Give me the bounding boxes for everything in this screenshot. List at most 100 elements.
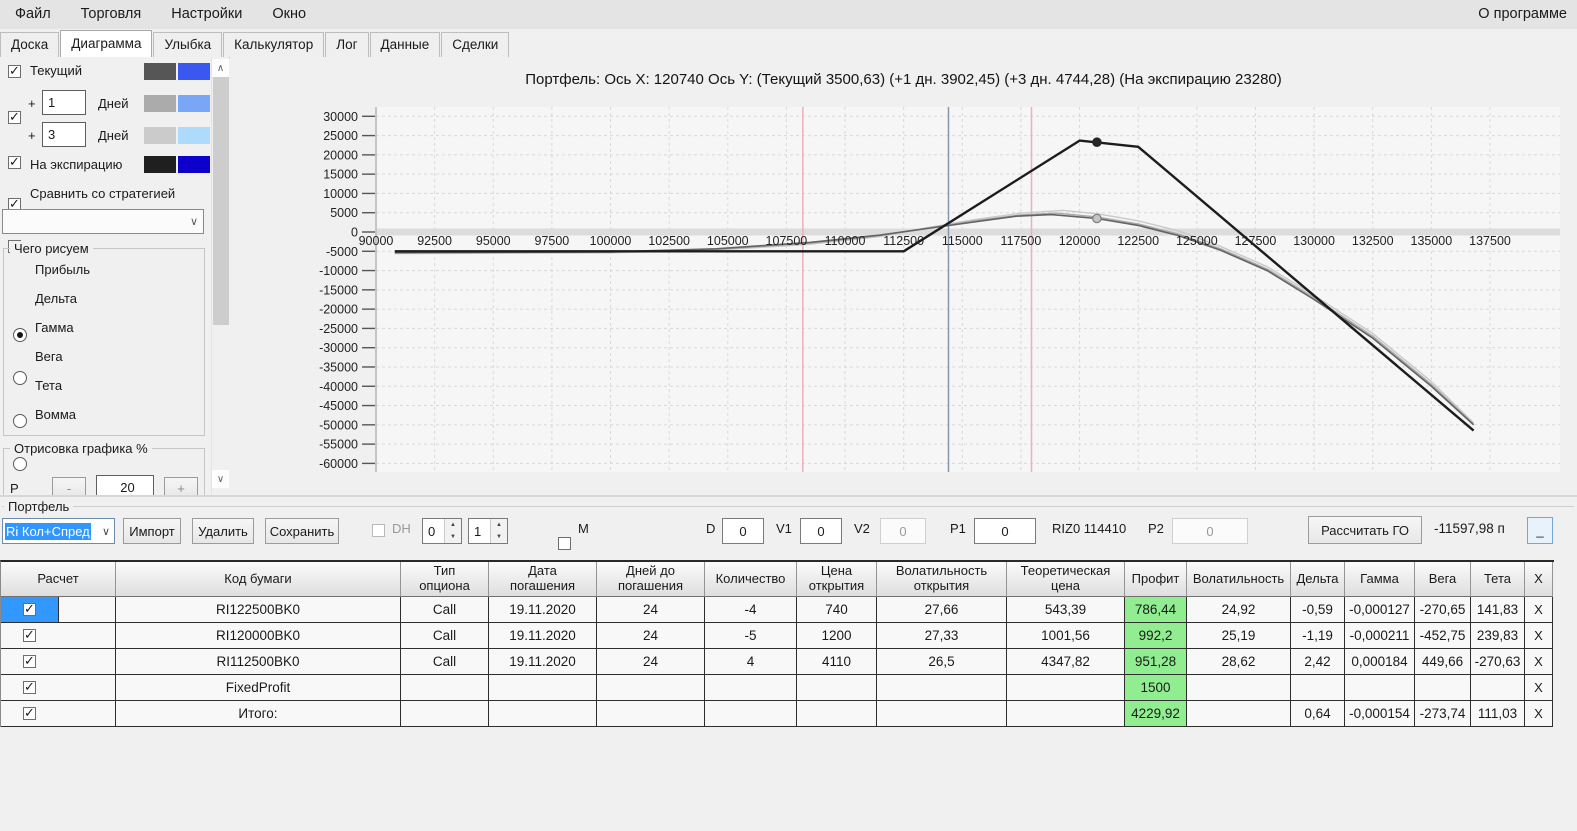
table-cell[interactable]	[1007, 701, 1125, 727]
portfolio-combobox[interactable]: Ri Кол+Спред ∨	[2, 518, 115, 544]
table-cell[interactable]: 19.11.2020	[489, 623, 597, 649]
table-cell[interactable]: -0,000211	[1345, 623, 1415, 649]
plus1-checkbox[interactable]	[8, 109, 21, 125]
table-cell[interactable]: -273,74	[1415, 701, 1471, 727]
table-cell[interactable]: 0,64	[1291, 701, 1345, 727]
expiration-color-swatch-2[interactable]	[178, 156, 210, 173]
table-cell[interactable]: 239,83	[1471, 623, 1525, 649]
column-header-11[interactable]: Дельта	[1291, 562, 1345, 597]
column-header-10[interactable]: Волатильность	[1187, 562, 1291, 597]
menu-window[interactable]: Окно	[257, 0, 321, 29]
table-cell[interactable]: RI112500BK0	[116, 649, 401, 675]
delete-row-button[interactable]: X	[1525, 649, 1553, 675]
table-cell[interactable]: 111,03	[1471, 701, 1525, 727]
row-calc-checkbox[interactable]	[23, 627, 36, 643]
table-cell[interactable]	[597, 701, 705, 727]
row-calc-cell[interactable]	[1, 623, 116, 649]
table-cell[interactable]: FixedProfit	[116, 675, 401, 701]
spinner-up-icon[interactable]: ▲	[491, 519, 507, 531]
calc-margin-button[interactable]: Рассчитать ГО	[1308, 516, 1422, 544]
table-cell[interactable]: -270,63	[1471, 649, 1525, 675]
table-cell[interactable]	[797, 675, 877, 701]
column-header-3[interactable]: Дата погашения	[489, 562, 597, 597]
table-cell[interactable]: 1001,56	[1007, 623, 1125, 649]
table-cell[interactable]	[1007, 675, 1125, 701]
tab-data[interactable]: Данные	[369, 32, 441, 57]
table-cell[interactable]: 951,28	[1125, 649, 1187, 675]
render-percent-input[interactable]: 20	[96, 475, 154, 495]
column-header-12[interactable]: Гамма	[1345, 562, 1415, 597]
table-cell[interactable]: 786,44	[1125, 597, 1187, 623]
dh-checkbox[interactable]	[372, 524, 385, 537]
table-cell[interactable]	[877, 701, 1007, 727]
table-cell[interactable]: 27,33	[877, 623, 1007, 649]
scroll-up-icon[interactable]: ∧	[212, 59, 229, 77]
menu-about[interactable]: О программе	[1474, 0, 1571, 29]
tab-smile[interactable]: Улыбка	[153, 32, 223, 57]
table-cell[interactable]	[1345, 675, 1415, 701]
table-cell[interactable]: 992,2	[1125, 623, 1187, 649]
table-cell[interactable]: 19.11.2020	[489, 597, 597, 623]
row-calc-checkbox[interactable]	[23, 601, 36, 617]
d-field[interactable]: 0	[722, 518, 764, 544]
scroll-down-icon[interactable]: ∨	[212, 470, 229, 488]
table-cell[interactable]: Call	[401, 649, 489, 675]
spinner-arrows[interactable]: ▲ ▼	[444, 519, 461, 543]
delete-row-button[interactable]: X	[1525, 597, 1553, 623]
v1-field[interactable]: 0	[800, 518, 842, 544]
column-header-0[interactable]: Расчет	[1, 562, 116, 597]
table-cell[interactable]: Итого:	[116, 701, 401, 727]
table-cell[interactable]: 24	[597, 623, 705, 649]
column-header-1[interactable]: Код бумаги	[116, 562, 401, 597]
table-cell[interactable]: 2,42	[1291, 649, 1345, 675]
radio-gamma[interactable]	[13, 414, 27, 428]
current-line-checkbox[interactable]	[8, 63, 21, 79]
plus3-checkbox[interactable]	[8, 154, 21, 170]
table-cell[interactable]: 26,5	[877, 649, 1007, 675]
column-header-7[interactable]: Волатильность открытия	[877, 562, 1007, 597]
table-cell[interactable]: 4110	[797, 649, 877, 675]
v2-field[interactable]: 0	[880, 518, 926, 544]
row-calc-cell[interactable]	[1, 649, 116, 675]
tab-log[interactable]: Лог	[325, 32, 369, 57]
row-calc-cell[interactable]	[1, 675, 116, 701]
delete-row-button[interactable]: X	[1525, 701, 1553, 727]
tab-diagram[interactable]: Диаграмма	[60, 30, 153, 58]
table-cell[interactable]: 4347,82	[1007, 649, 1125, 675]
table-cell[interactable]: 1200	[797, 623, 877, 649]
tab-calculator[interactable]: Калькулятор	[223, 32, 325, 57]
delete-button[interactable]: Удалить	[192, 518, 254, 544]
row-calc-checkbox[interactable]	[23, 679, 36, 695]
p2-field[interactable]: 0	[1172, 518, 1248, 544]
table-cell[interactable]	[401, 701, 489, 727]
table-cell[interactable]	[1415, 675, 1471, 701]
table-cell[interactable]: -4	[705, 597, 797, 623]
table-cell[interactable]: -270,65	[1415, 597, 1471, 623]
spinner-down-icon[interactable]: ▼	[445, 531, 461, 543]
current-color-swatch-1[interactable]	[144, 63, 176, 80]
delete-row-button[interactable]: X	[1525, 623, 1553, 649]
delete-row-button[interactable]: X	[1525, 675, 1553, 701]
column-header-14[interactable]: Тета	[1471, 562, 1525, 597]
row-calc-cell[interactable]	[1, 597, 116, 623]
chart-canvas[interactable]: 30000 25000 20000 15000 10000 5000 0 -5000 -1000…	[230, 57, 1577, 495]
table-cell[interactable]: -0,000127	[1345, 597, 1415, 623]
column-header-2[interactable]: Тип опциона	[401, 562, 489, 597]
table-cell[interactable]: 24,92	[1187, 597, 1291, 623]
dh-spinner-2[interactable]: 1 ▲ ▼	[468, 518, 508, 544]
spinner-arrows[interactable]: ▲ ▼	[490, 519, 507, 543]
table-cell[interactable]: -1,19	[1291, 623, 1345, 649]
plus1-days-input[interactable]: 1	[42, 90, 86, 115]
minimize-panel-button[interactable]: _	[1527, 517, 1553, 544]
plus3-color-swatch-1[interactable]	[144, 127, 176, 144]
menu-trading[interactable]: Торговля	[66, 0, 157, 29]
table-cell[interactable]: 27,66	[877, 597, 1007, 623]
table-cell[interactable]: RI122500BK0	[116, 597, 401, 623]
table-cell[interactable]: RI120000BK0	[116, 623, 401, 649]
table-cell[interactable]: 543,39	[1007, 597, 1125, 623]
column-header-6[interactable]: Цена открытия	[797, 562, 877, 597]
table-cell[interactable]	[489, 701, 597, 727]
render-plus-button[interactable]: +	[164, 477, 198, 495]
dh-spinner-1[interactable]: 0 ▲ ▼	[422, 518, 462, 544]
column-header-4[interactable]: Дней до погашения	[597, 562, 705, 597]
